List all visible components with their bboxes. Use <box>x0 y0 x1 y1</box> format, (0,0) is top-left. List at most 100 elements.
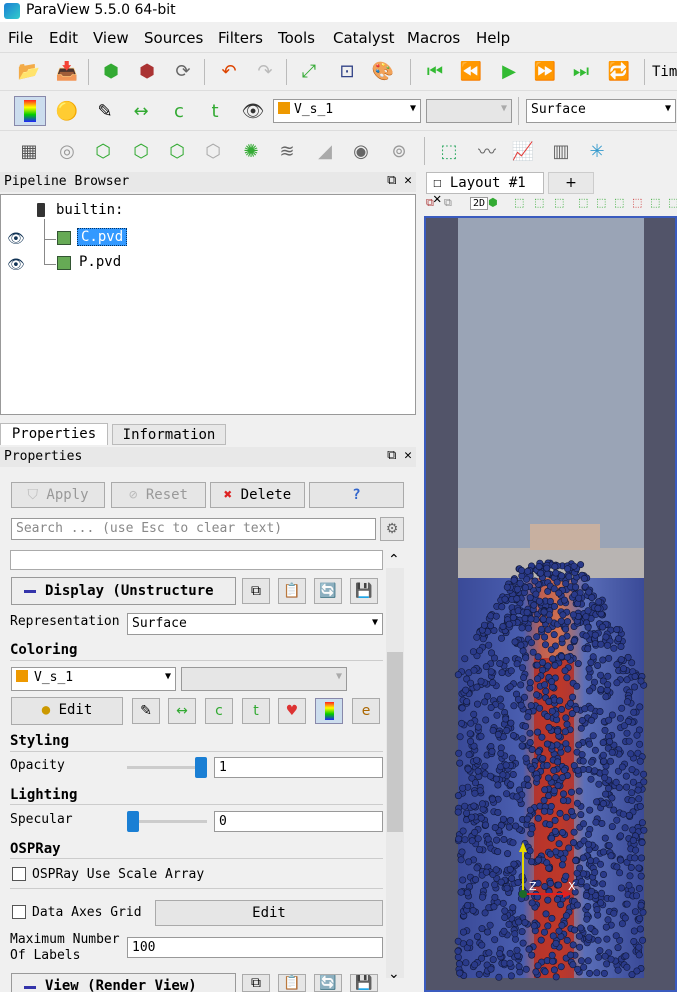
scrollbar-thumb[interactable] <box>387 652 403 832</box>
rescale-custom-range-icon[interactable]: c <box>205 698 233 724</box>
coloring-component-dropdown[interactable]: ▼ <box>181 667 347 691</box>
interactive-select-icon[interactable]: ⬚ <box>596 196 606 209</box>
stream-tracer-icon[interactable]: ≋ <box>274 138 300 164</box>
group-datasets-icon[interactable]: ◉ <box>348 138 374 164</box>
data-axes-grid-checkbox[interactable] <box>12 905 26 919</box>
copy-icon[interactable]: ⧉ <box>242 578 270 604</box>
panel-float-close-icons[interactable]: ⧉ ✕ <box>387 173 412 188</box>
rescale-custom-icon[interactable]: ✎ <box>92 98 118 124</box>
tab-properties[interactable]: Properties <box>0 423 108 445</box>
max-labels-input[interactable]: 100 <box>127 937 383 958</box>
python-view-icon[interactable]: ✳ <box>584 138 610 164</box>
properties-scrollbar[interactable] <box>386 568 404 978</box>
reset-button[interactable]: ⊘ Reset <box>111 482 206 508</box>
auto-apply-icon[interactable]: ⟳ <box>170 58 196 84</box>
open-file-icon[interactable]: 📂 <box>16 58 42 84</box>
scroll-up-arrow[interactable]: ⌃ <box>388 552 400 568</box>
rescale-custom-range-icon[interactable]: c <box>166 98 192 124</box>
render-view[interactable]: Z X <box>424 216 677 992</box>
delete-button[interactable]: ✖ Delete <box>210 482 305 508</box>
save-defaults-icon[interactable]: 💾 <box>350 578 378 604</box>
select-block-icon[interactable]: ⬚ <box>578 196 588 209</box>
edit-color-map-icon[interactable]: 🟡 <box>54 98 80 124</box>
help-button[interactable]: ? <box>309 482 404 508</box>
specular-slider-thumb[interactable] <box>127 811 139 832</box>
threshold-icon[interactable]: ⬡ <box>164 138 190 164</box>
menu-filters[interactable]: Filters <box>218 29 263 47</box>
specular-slider-track[interactable] <box>127 820 207 823</box>
component-select[interactable]: ▼ <box>426 99 512 123</box>
menu-catalyst[interactable]: Catalyst <box>333 29 394 47</box>
split-vertical-icon[interactable]: ⧉ <box>444 196 452 210</box>
copy-icon[interactable]: ⧉ <box>242 974 270 992</box>
select-surface-cells-icon[interactable]: ⬚ <box>514 196 524 209</box>
restore-defaults-icon[interactable]: 🔄 <box>314 974 342 992</box>
ospray-scale-checkbox[interactable] <box>12 867 26 881</box>
menu-sources[interactable]: Sources <box>144 29 203 47</box>
redo-icon[interactable]: ↷ <box>252 58 278 84</box>
array-select[interactable]: V_s_1 ▼ <box>273 99 421 123</box>
menu-file[interactable]: File <box>8 29 33 47</box>
rescale-visible-icon[interactable]: 👁 <box>240 98 266 124</box>
rescale-temporal-icon[interactable]: t <box>202 98 228 124</box>
choose-preset-icon[interactable]: ♥ <box>278 698 306 724</box>
color-legend-icon[interactable] <box>315 698 343 724</box>
glyph-icon[interactable]: ✺ <box>238 138 264 164</box>
disconnect-icon[interactable]: ⬢ <box>134 58 160 84</box>
warp-vector-icon[interactable]: ◢ <box>312 138 338 164</box>
paste-icon[interactable]: 📋 <box>278 974 306 992</box>
zoom-to-data-icon[interactable]: ⊡ <box>334 58 360 84</box>
pipeline-root[interactable]: builtin: <box>56 202 123 218</box>
split-horizontal-icon[interactable]: ⧉ <box>426 196 434 210</box>
first-frame-icon[interactable]: ⏮ <box>422 58 448 84</box>
histogram-icon[interactable]: ▥ <box>548 138 574 164</box>
grow-selection-icon[interactable]: ⬚ <box>650 196 660 209</box>
eye-visible-icon[interactable]: 👁 <box>7 231 25 247</box>
next-frame-icon[interactable]: ⏩ <box>532 58 558 84</box>
last-frame-icon[interactable]: ⏭ <box>568 58 594 84</box>
select-surface-points-icon[interactable]: ⬚ <box>534 196 544 209</box>
pipeline-item-c-pvd[interactable]: C.pvd <box>77 228 128 246</box>
extract-subset-icon[interactable]: ⬡ <box>200 138 226 164</box>
representation-select[interactable]: Surface ▼ <box>526 99 676 123</box>
select-frustum-cells-icon[interactable]: ⬚ <box>554 196 564 209</box>
opacity-slider-thumb[interactable] <box>195 757 207 778</box>
view-section-toggle[interactable]: View (Render View) <box>11 973 236 992</box>
coloring-array-dropdown[interactable]: V_s_1 ▼ <box>11 667 176 691</box>
rescale-custom-icon[interactable]: ✎ <box>132 698 160 724</box>
restore-defaults-icon[interactable]: 🔄 <box>314 578 342 604</box>
gear-icon[interactable]: ⚙ <box>380 517 404 541</box>
hover-points-icon[interactable]: ⬚ <box>614 196 624 209</box>
contour-icon[interactable]: ◎ <box>54 138 80 164</box>
calculator-icon[interactable]: ▦ <box>16 138 42 164</box>
eye-visible-icon[interactable]: 👁 <box>7 257 25 273</box>
plot-over-line-icon[interactable]: 〰 <box>474 138 500 164</box>
panel-float-close-icons[interactable]: ⧉ ✕ <box>387 448 412 463</box>
connect-icon[interactable]: ⬢ <box>98 58 124 84</box>
rescale-data-range-icon[interactable]: ↔ <box>128 98 154 124</box>
toggle-2d-button[interactable]: 2D <box>470 197 489 210</box>
loop-icon[interactable]: 🔁 <box>606 58 632 84</box>
add-layout-tab[interactable]: + <box>548 172 594 194</box>
representation-dropdown[interactable]: Surface ▼ <box>127 613 383 635</box>
opacity-input[interactable]: 1 <box>214 757 383 778</box>
camera-icon[interactable]: ⬢ <box>488 196 498 209</box>
extract-level-icon[interactable]: ⊚ <box>386 138 412 164</box>
play-icon[interactable]: ▶ <box>496 58 522 84</box>
paste-icon[interactable]: 📋 <box>278 578 306 604</box>
apply-button[interactable]: ⛉ Apply <box>11 482 105 508</box>
menu-view[interactable]: View <box>93 29 129 47</box>
pipeline-item-p-pvd[interactable]: P.pvd <box>79 254 121 270</box>
edit-color-legend-icon[interactable]: e <box>352 698 380 724</box>
tab-information[interactable]: Information <box>112 424 226 445</box>
scroll-down-arrow[interactable]: ⌄ <box>388 966 400 982</box>
edit-color-map-button[interactable]: ● Edit <box>11 697 123 725</box>
hover-cells-icon[interactable]: ⬚ <box>632 196 642 209</box>
load-state-icon[interactable]: 📥 <box>54 58 80 84</box>
specular-input[interactable]: 0 <box>214 811 383 832</box>
reset-camera-icon[interactable]: ⤢ <box>296 58 322 84</box>
undo-icon[interactable]: ↶ <box>216 58 242 84</box>
select-cells-icon[interactable]: ⬚ <box>436 138 462 164</box>
clip-icon[interactable]: ⬡ <box>90 138 116 164</box>
display-section-toggle[interactable]: Display (Unstructure <box>11 577 236 605</box>
